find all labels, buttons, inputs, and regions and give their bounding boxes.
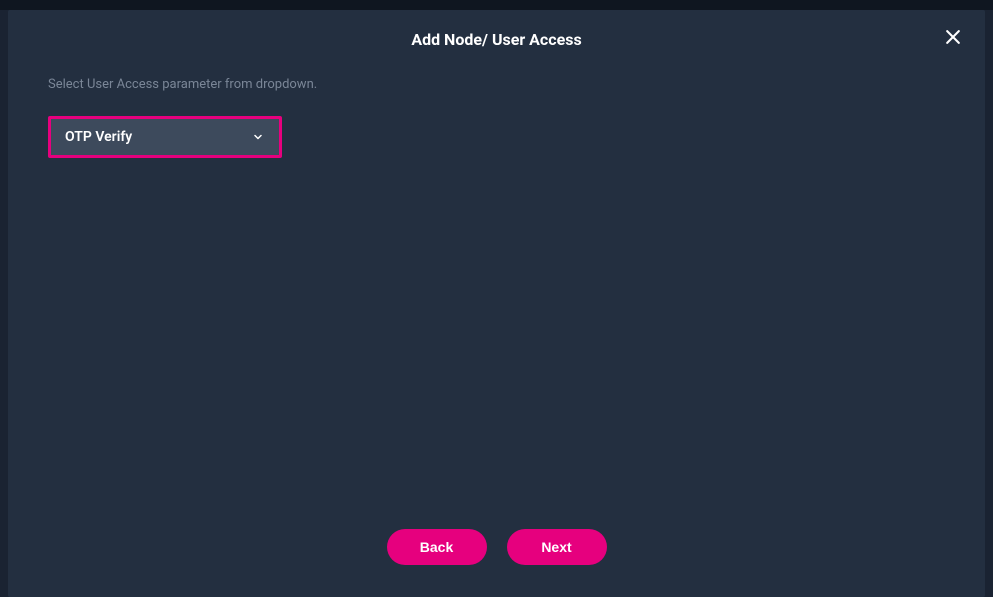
next-button[interactable]: Next bbox=[507, 529, 607, 565]
close-icon bbox=[943, 27, 963, 50]
close-button[interactable] bbox=[941, 26, 965, 50]
dropdown-selected-value: OTP Verify bbox=[65, 129, 132, 145]
top-strip bbox=[0, 0, 993, 10]
modal-header: Add Node/ User Access bbox=[8, 10, 985, 77]
instruction-text: Select User Access parameter from dropdo… bbox=[48, 77, 945, 92]
chevron-down-icon bbox=[251, 130, 265, 144]
back-button[interactable]: Back bbox=[387, 529, 487, 565]
modal-container: Add Node/ User Access Select User Access… bbox=[8, 10, 985, 597]
modal-footer: Back Next bbox=[8, 529, 985, 565]
modal-title: Add Node/ User Access bbox=[411, 30, 581, 49]
modal-content: Select User Access parameter from dropdo… bbox=[8, 77, 985, 158]
user-access-dropdown[interactable]: OTP Verify bbox=[51, 119, 279, 155]
dropdown-highlight-frame: OTP Verify bbox=[48, 116, 282, 158]
